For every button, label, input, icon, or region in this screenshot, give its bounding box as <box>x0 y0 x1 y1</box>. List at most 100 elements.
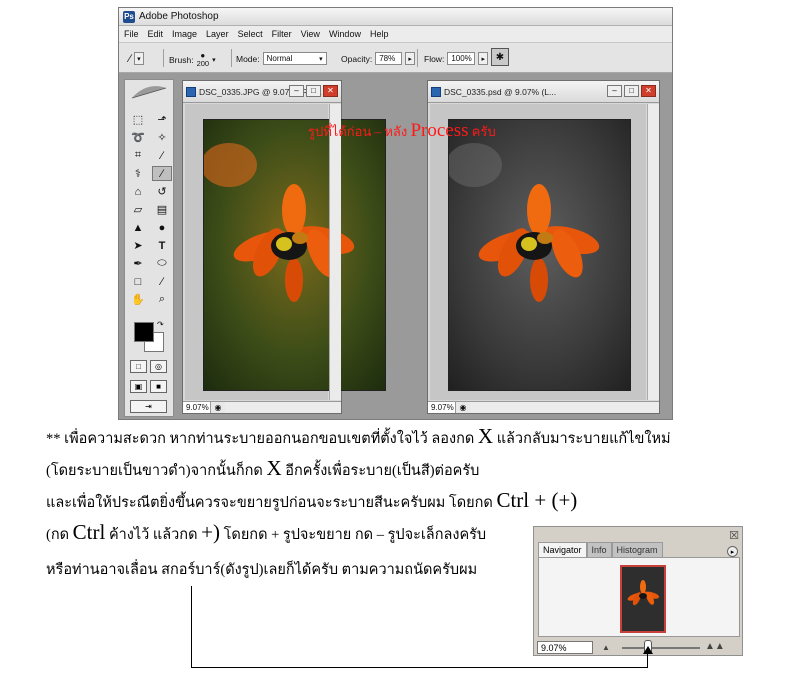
shape-tool-icon[interactable]: ⬭ <box>152 256 172 271</box>
pointer-line <box>647 652 648 668</box>
vertical-scrollbar[interactable] <box>647 104 659 400</box>
close-button[interactable]: ✕ <box>323 85 338 97</box>
vertical-scrollbar[interactable] <box>329 104 341 400</box>
toolbox: ⬚ ⬏ ➰ ✧ ⌗ ∕ ⚕ ∕ ⌂ ↺ ▱ ▤ ▲ ● ➤ T ✒ ⬭ □ ∕ <box>124 79 174 417</box>
instruction-line-3: และเพื่อให้ประณีตยิ่งขึ้นควรจะขยายรูปก่อ… <box>46 488 578 512</box>
tool-preset-picker[interactable]: ∕ ▾ <box>129 52 144 65</box>
caption-part-1: รูปที่ได้ก่อน – หลัง <box>308 124 408 139</box>
gradient-tool-icon[interactable]: ▤ <box>152 202 172 217</box>
menu-file[interactable]: File <box>124 29 139 39</box>
menu-bar: File Edit Image Layer Select Filter View… <box>119 26 672 43</box>
menu-view[interactable]: View <box>301 29 320 39</box>
document-title-bar[interactable]: DSC_0335.JPG @ 9.07% (RG... – □ ✕ <box>183 81 341 103</box>
canvas-area[interactable] <box>185 104 386 400</box>
brush-tool-icon: ∕ <box>129 52 131 65</box>
crop-tool-icon[interactable]: ⌗ <box>128 148 148 163</box>
menu-edit[interactable]: Edit <box>148 29 164 39</box>
close-icon[interactable]: ☒ <box>729 529 739 542</box>
healing-brush-icon[interactable]: ⚕ <box>128 166 148 181</box>
swap-colors-icon[interactable]: ↷ <box>157 320 164 329</box>
zoom-out-icon[interactable]: ▲ <box>602 643 610 652</box>
panel-menu-icon[interactable]: ▸ <box>727 546 738 557</box>
caption-process: Process <box>410 120 469 141</box>
document-icon <box>431 86 441 97</box>
instruction-line-2: (โดยระบายเป็นขาวดำ)จากนั้นก็กด X อีกครั้… <box>46 456 480 480</box>
history-brush-icon[interactable]: ↺ <box>152 184 172 199</box>
maximize-button[interactable]: □ <box>624 85 639 97</box>
magic-wand-icon[interactable]: ✧ <box>152 130 172 145</box>
menu-filter[interactable]: Filter <box>272 29 292 39</box>
before-after-caption: รูปที่ได้ก่อน – หลัง Process ครับ <box>308 120 496 142</box>
close-button[interactable]: ✕ <box>641 85 656 97</box>
clone-stamp-icon[interactable]: ⌂ <box>128 184 148 199</box>
navigator-thumbnail[interactable] <box>620 565 666 633</box>
menu-image[interactable]: Image <box>172 29 197 39</box>
navigator-zoom-field[interactable]: 9.07% <box>537 641 593 654</box>
brush-label: Brush: <box>169 54 194 65</box>
lasso-tool-icon[interactable]: ➰ <box>128 130 148 145</box>
move-tool-icon[interactable]: ⬏ <box>152 112 172 127</box>
tab-navigator[interactable]: Navigator <box>538 542 587 557</box>
photo-selective-color <box>448 119 631 391</box>
opacity-label: Opacity: <box>341 53 373 64</box>
opacity-slider-button[interactable]: ▸ <box>405 52 416 65</box>
status-menu-icon[interactable]: ◉ <box>456 403 470 412</box>
notes-tool-icon[interactable]: □ <box>128 274 148 289</box>
status-bar: 9.07% ◉ <box>428 401 659 413</box>
window-title: Adobe Photoshop <box>139 11 219 22</box>
eraser-tool-icon[interactable]: ▱ <box>128 202 148 217</box>
instruction-line-4: (กด Ctrl ค้างไว้ แล้วกด +) โดยกด + รูปจะ… <box>46 520 487 544</box>
minimize-button[interactable]: – <box>289 85 304 97</box>
marquee-tool-icon[interactable]: ⬚ <box>128 112 148 127</box>
airbrush-toggle[interactable]: ✱ <box>491 48 509 66</box>
flow-slider-button[interactable]: ▸ <box>478 52 489 65</box>
zoom-tool-icon[interactable]: ⌕ <box>152 292 172 307</box>
instruction-line-1: ** เพื่อความสะดวก หากท่านระบายออกนอกขอบเ… <box>46 424 671 448</box>
tab-histogram[interactable]: Histogram <box>611 542 663 557</box>
menu-window[interactable]: Window <box>329 29 361 39</box>
foreground-color-swatch[interactable] <box>134 322 154 342</box>
screen-mode-full-icon[interactable]: ■ <box>150 380 167 393</box>
pen-tool-icon[interactable]: ✒ <box>128 256 148 271</box>
path-select-icon[interactable]: ➤ <box>128 238 148 253</box>
zoom-in-icon[interactable]: ▲▲ <box>705 641 725 652</box>
opacity-field[interactable]: 78% <box>375 52 403 65</box>
eyedropper-icon[interactable]: ∕ <box>152 274 172 289</box>
zoom-field[interactable]: 9.07% <box>183 402 211 413</box>
brush-picker[interactable]: Brush: ● 200 ▾ <box>169 52 216 68</box>
zoom-slider-track[interactable] <box>622 647 700 649</box>
canvas-area[interactable] <box>430 104 646 400</box>
pointer-arrow-icon <box>643 646 653 654</box>
blur-tool-icon[interactable]: ▲ <box>128 220 148 235</box>
standard-mode-icon[interactable]: □ <box>130 360 147 373</box>
airbrush-icon: ✱ <box>491 48 509 66</box>
jump-to-imageready-icon[interactable]: ⇥ <box>130 400 167 413</box>
screen-mode-standard-icon[interactable]: ▣ <box>130 380 147 393</box>
dodge-tool-icon[interactable]: ● <box>152 220 172 235</box>
tab-info[interactable]: Info <box>586 542 612 557</box>
zoom-field[interactable]: 9.07% <box>428 402 456 413</box>
chevron-down-icon: ▾ <box>212 56 216 64</box>
hand-tool-icon[interactable]: ✋ <box>128 292 148 307</box>
menu-layer[interactable]: Layer <box>206 29 229 39</box>
status-bar: 9.07% ◉ <box>183 401 341 413</box>
maximize-button[interactable]: □ <box>306 85 321 97</box>
minimize-button[interactable]: – <box>607 85 622 97</box>
menu-help[interactable]: Help <box>370 29 389 39</box>
brush-tool-icon[interactable]: ∕ <box>152 166 172 181</box>
photo-color <box>203 119 386 391</box>
status-menu-icon[interactable]: ◉ <box>211 403 225 412</box>
photoshop-window: Ps Adobe Photoshop File Edit Image Layer… <box>118 7 673 420</box>
navigator-preview[interactable] <box>538 557 740 637</box>
document-icon <box>186 86 196 97</box>
horizontal-scrollbar[interactable] <box>470 402 659 413</box>
quick-mask-icon[interactable]: ◎ <box>150 360 167 373</box>
mode-select[interactable]: Normal ▾ <box>262 52 327 65</box>
slice-tool-icon[interactable]: ∕ <box>152 148 172 163</box>
menu-select[interactable]: Select <box>238 29 263 39</box>
type-tool-icon[interactable]: T <box>152 238 172 253</box>
horizontal-scrollbar[interactable] <box>225 402 341 413</box>
document-title-bar[interactable]: DSC_0335.psd @ 9.07% (L... – □ ✕ <box>428 81 659 103</box>
chevron-down-icon: ▾ <box>319 55 323 63</box>
flow-field[interactable]: 100% <box>447 52 476 65</box>
